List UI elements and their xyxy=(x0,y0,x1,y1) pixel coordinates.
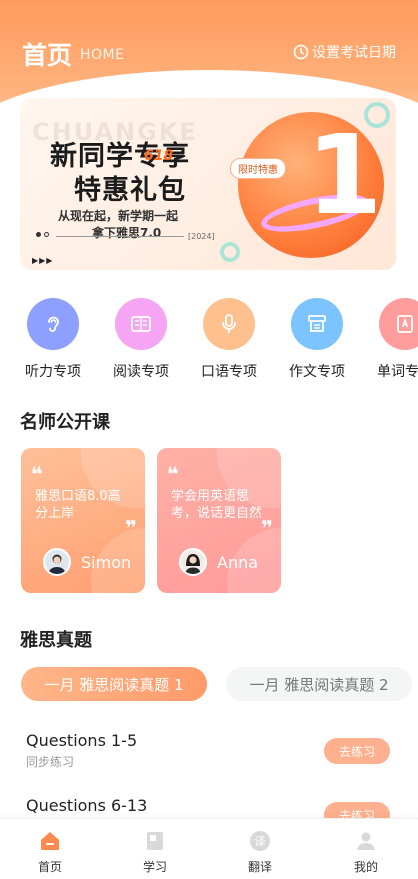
teacher-card-anna[interactable]: ❝ 学会用英语思考，说话更自然 ❞ Anna xyxy=(157,448,281,593)
writing-icon xyxy=(308,315,326,332)
home-icon xyxy=(41,832,59,850)
banner-deco-ring xyxy=(364,102,390,128)
microphone-icon xyxy=(222,314,236,333)
category-reading[interactable]: 阅读专项 xyxy=(106,298,176,381)
ear-icon xyxy=(48,316,59,332)
banner-arrows-icon: ▶▶▶ xyxy=(32,256,54,265)
avatar-image xyxy=(45,550,69,574)
page-title: 首页 xyxy=(22,41,73,70)
banner-deco-ring xyxy=(220,242,240,262)
nav-study[interactable]: 学习 xyxy=(120,829,190,875)
translate-icon: 译 xyxy=(250,831,270,851)
quote-close-icon: ❞ xyxy=(125,516,137,540)
category-label: 单词专项 xyxy=(377,364,418,380)
avatar xyxy=(43,548,71,576)
category-label: 口语专项 xyxy=(201,364,257,380)
banner-year: [2024] xyxy=(188,232,215,241)
category-label: 阅读专项 xyxy=(113,364,169,380)
category-circle xyxy=(203,298,255,350)
category-label: 听力专项 xyxy=(25,364,81,380)
category-circle xyxy=(115,298,167,350)
set-exam-date-button[interactable]: 设置考试日期 xyxy=(293,42,396,62)
study-icon xyxy=(147,832,163,850)
nav-label: 翻译 xyxy=(247,860,272,874)
teacher-name: Simon xyxy=(81,553,132,572)
nav-label: 学习 xyxy=(142,860,167,874)
teachers-section-title: 名师公开课 xyxy=(20,412,110,433)
category-writing[interactable]: 作文专项 xyxy=(282,298,352,381)
practice-button[interactable]: 去练习 xyxy=(324,738,390,764)
limited-offer-tag: 限时特惠 xyxy=(230,158,286,179)
banner-divider xyxy=(56,236,184,237)
quote-open-icon: ❝ xyxy=(167,462,179,486)
teacher-card-simon[interactable]: ❝ 雅思口语8.0高分上岸 ❞ Simon xyxy=(21,448,145,593)
vocabulary-icon xyxy=(397,315,413,333)
avatar-image xyxy=(181,550,205,574)
promo-banner[interactable]: CHUANGKE 1 新同学专享 618 特惠礼包 限时特惠 从现在起，新学期一… xyxy=(20,98,396,270)
book-icon xyxy=(131,316,151,332)
bottom-nav: 首页 学习 译 翻译 我的 xyxy=(0,818,418,879)
avatar xyxy=(179,548,207,576)
exams-section-title: 雅思真题 xyxy=(20,630,92,651)
question-row[interactable]: Questions 6-13 去练习 xyxy=(26,796,392,828)
banner-text-line2: 拿下雅思7.0 xyxy=(92,226,162,240)
category-circle xyxy=(27,298,79,350)
category-vocabulary[interactable]: 单词专项 xyxy=(370,298,418,381)
category-row: 听力专项 阅读专项 口语专项 作文专项 单词专 xyxy=(0,298,418,384)
category-circle xyxy=(379,298,418,350)
banner-618-badge: 618 xyxy=(144,148,174,164)
card-text: 学会用英语思考，说话更自然 xyxy=(171,489,263,521)
nav-translate[interactable]: 译 翻译 xyxy=(225,829,295,875)
banner-title-line2: 特惠礼包 xyxy=(74,175,186,206)
nav-label: 我的 xyxy=(353,860,378,874)
category-speaking[interactable]: 口语专项 xyxy=(194,298,264,381)
card-text: 雅思口语8.0高分上岸 xyxy=(35,489,121,521)
teacher-name: Anna xyxy=(217,553,259,572)
svg-text:译: 译 xyxy=(255,835,266,848)
quote-open-icon: ❝ xyxy=(31,462,43,486)
category-listening[interactable]: 听力专项 xyxy=(18,298,88,381)
quote-close-icon: ❞ xyxy=(261,516,273,540)
exam-tab-2[interactable]: 一月 雅思阅读真题 2 xyxy=(226,667,412,701)
profile-icon xyxy=(357,832,375,850)
banner-pager xyxy=(36,232,52,237)
banner-big-number: 1 xyxy=(306,111,383,239)
nav-profile[interactable]: 我的 xyxy=(331,829,401,875)
nav-home[interactable]: 首页 xyxy=(15,829,85,875)
question-row[interactable]: Questions 1-5 同步练习 去练习 xyxy=(26,731,392,770)
clock-icon xyxy=(293,44,309,60)
page-subtitle: HOME xyxy=(80,47,125,63)
set-exam-date-label: 设置考试日期 xyxy=(312,45,396,61)
nav-label: 首页 xyxy=(37,860,62,874)
pager-dot xyxy=(44,232,49,237)
category-label: 作文专项 xyxy=(289,364,345,380)
banner-text-line1: 从现在起，新学期一起 xyxy=(58,209,179,223)
exam-tab-1[interactable]: 一月 雅思阅读真题 1 xyxy=(21,667,207,701)
pager-dot-active xyxy=(36,232,41,237)
category-circle xyxy=(291,298,343,350)
